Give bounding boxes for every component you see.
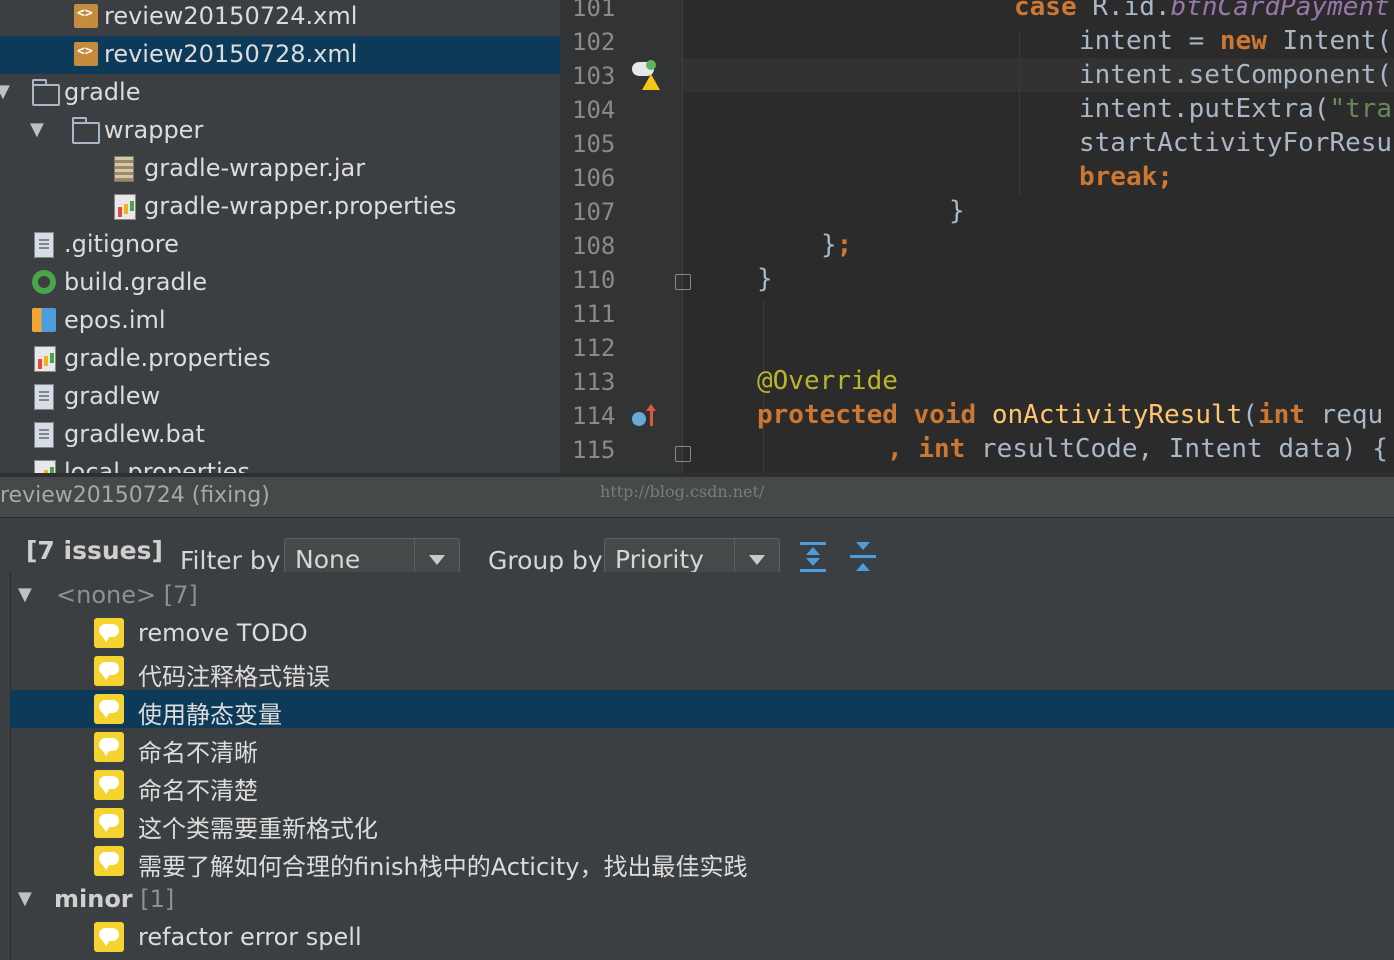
- tree-item-epos-iml[interactable]: epos.iml: [0, 302, 560, 340]
- issue-item[interactable]: remove TODO: [10, 614, 1394, 652]
- folder-icon: [72, 117, 100, 144]
- folder-icon: [32, 79, 60, 106]
- tree-item-gitignore[interactable]: .gitignore: [0, 226, 560, 264]
- properties-file-icon: [34, 346, 56, 372]
- line-number: 105: [572, 130, 616, 158]
- chevron-down-icon[interactable]: ▼: [0, 81, 10, 102]
- iml-file-icon: [32, 308, 56, 332]
- gradle-file-icon: [32, 270, 56, 294]
- text-file-icon: [34, 422, 54, 448]
- xml-file-icon: [74, 4, 98, 28]
- line-number: 101: [572, 0, 616, 22]
- chevron-down-icon[interactable]: ▼: [30, 119, 44, 140]
- xml-file-icon: [74, 42, 98, 66]
- line-number: 115: [572, 436, 616, 464]
- filter-label: Filter by: [180, 546, 281, 575]
- code-line-106: break;: [1079, 162, 1173, 192]
- issue-item-selected[interactable]: 使用静态变量: [10, 690, 1394, 729]
- tree-item-gradle-properties[interactable]: gradle.properties: [0, 340, 560, 378]
- code-line-102: intent = new Intent(: [1079, 26, 1393, 56]
- code-line-108: };: [821, 230, 853, 260]
- review-comment-icon: [94, 694, 124, 724]
- watermark: http://blog.csdn.net/: [600, 482, 765, 501]
- issue-item[interactable]: 需要了解如何合理的finish栈中的Acticity，找出最佳实践: [10, 842, 1394, 881]
- tree-item-wrapper-folder[interactable]: ▼ wrapper: [0, 112, 560, 150]
- text-file-icon: [34, 384, 54, 410]
- tree-item-review20150724[interactable]: review20150724.xml: [0, 0, 560, 36]
- issues-count: [7 issues]: [26, 536, 163, 565]
- line-number: 112: [572, 334, 616, 362]
- review-comment-icon: [94, 922, 124, 952]
- line-number: 114: [572, 402, 616, 430]
- issue-item[interactable]: refactor error spell: [10, 918, 1394, 956]
- issue-item[interactable]: 这个类需要重新格式化: [10, 804, 1394, 843]
- tree-item-gradle-wrapper-properties[interactable]: gradle-wrapper.properties: [0, 188, 560, 226]
- chevron-down-icon[interactable]: ▼: [18, 888, 32, 909]
- review-comment-icon: [94, 770, 124, 800]
- tree-item-gradlew[interactable]: gradlew: [0, 378, 560, 416]
- review-comment-icon: [94, 732, 124, 762]
- tree-item-local-properties[interactable]: local.properties: [0, 454, 560, 473]
- review-comment-icon: [94, 618, 124, 648]
- tree-item-gradle-folder[interactable]: ▼ gradle: [0, 74, 560, 112]
- line-number: 104: [572, 96, 616, 124]
- fold-marker-icon[interactable]: [675, 446, 691, 462]
- line-number: 106: [572, 164, 616, 192]
- line-number: 111: [572, 300, 616, 328]
- code-line-114: protected void onActivityResult(int requ: [757, 400, 1384, 430]
- project-tree: review20150724.xml review20150728.xml ▼ …: [0, 0, 560, 473]
- expand-all-icon[interactable]: [800, 542, 826, 572]
- group-none[interactable]: ▼ <none> [7]: [10, 576, 1394, 614]
- code-line-101: case R.id.btnCardPayment: [1014, 0, 1390, 22]
- line-number: 108: [572, 232, 616, 260]
- issue-item[interactable]: 代码注释格式错误: [10, 652, 1394, 691]
- override-method-icon[interactable]: [632, 404, 658, 430]
- gutter-divider: [682, 0, 683, 473]
- fold-marker-icon[interactable]: [675, 274, 691, 290]
- jar-file-icon: [114, 156, 134, 182]
- code-line-113: @Override: [757, 366, 898, 396]
- review-toolbar: [7 issues] Filter by None Group by Prior…: [0, 518, 1394, 580]
- line-number: 103: [572, 62, 616, 90]
- review-comment-icon: [94, 846, 124, 876]
- tree-item-review20150728[interactable]: review20150728.xml: [0, 36, 560, 74]
- review-comment-warning-icon[interactable]: [632, 60, 660, 90]
- tree-item-gradle-wrapper-jar[interactable]: gradle-wrapper.jar: [0, 150, 560, 188]
- group-minor[interactable]: ▼ minor [1]: [10, 880, 1394, 918]
- code-line-105: startActivityForResu: [1079, 128, 1393, 158]
- code-line-115: , int resultCode, Intent data) {: [887, 434, 1388, 464]
- line-number: 110: [572, 266, 616, 294]
- indent-guide: [1019, 30, 1020, 195]
- code-line-103: intent.setComponent(: [1079, 60, 1393, 90]
- line-number: 107: [572, 198, 616, 226]
- tree-item-build-gradle[interactable]: build.gradle: [0, 264, 560, 302]
- issue-item[interactable]: 命名不清楚: [10, 766, 1394, 805]
- review-comment-icon: [94, 808, 124, 838]
- tree-item-gradlew-bat[interactable]: gradlew.bat: [0, 416, 560, 454]
- review-panel-title: review20150724 (fixing): [0, 483, 270, 508]
- text-file-icon: [34, 232, 54, 258]
- line-number: 113: [572, 368, 616, 396]
- properties-file-icon: [34, 460, 56, 473]
- code-line-104: intent.putExtra("tra: [1079, 94, 1393, 124]
- collapse-all-icon[interactable]: [850, 542, 876, 572]
- code-line-107: }: [949, 196, 965, 226]
- chevron-down-icon[interactable]: ▼: [18, 584, 32, 605]
- review-comment-icon: [94, 656, 124, 686]
- code-line-110: }: [757, 264, 773, 294]
- group-label: Group by: [488, 546, 603, 575]
- properties-file-icon: [114, 194, 136, 220]
- issue-item[interactable]: 命名不清晰: [10, 728, 1394, 767]
- line-number: 102: [572, 28, 616, 56]
